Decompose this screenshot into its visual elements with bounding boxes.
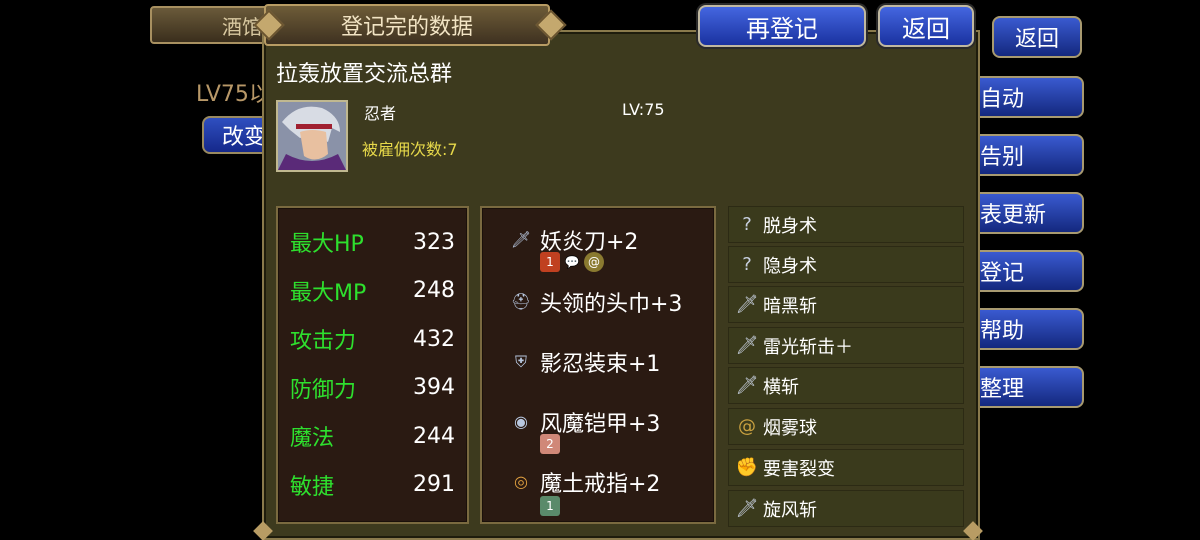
stats-box: 最大HP 323 最大MP 248 攻击力 432 防御力 394 魔法 244 敏捷 29… <box>276 206 469 524</box>
sword-icon: 🗡 <box>735 294 759 315</box>
stat-value: 432 <box>413 326 455 352</box>
stat-name: 敏捷 <box>290 474 335 500</box>
skill-item[interactable]: ? 隐身术 <box>728 246 964 283</box>
armor-icon: ⛨ <box>514 352 527 371</box>
helmet-icon: ⛑ <box>510 292 532 311</box>
skill-item[interactable]: 🗡 横斩 <box>728 367 964 404</box>
stat-name: 防御力 <box>290 377 357 403</box>
stat-name: 攻击力 <box>290 329 357 355</box>
register-button[interactable]: 登记 <box>966 250 1084 292</box>
equipment-enchant-row: 1 💬 @ <box>540 252 604 272</box>
equipment-item[interactable]: ⛑ 头领的头巾+3 <box>510 286 683 318</box>
stat-row: 防御力 394 <box>290 364 455 413</box>
skill-item[interactable]: 🗡 暗黑斩 <box>728 286 964 323</box>
equipment-enchant-row: 1 <box>540 496 560 516</box>
skill-name: 暗黑斩 <box>763 295 817 317</box>
equipment-box: 🗡 妖炎刀+2 1 💬 @ ⛑ 头领的头巾+3 ⛨ 影忍装束+1 ◉ 风魔铠甲+… <box>480 206 716 524</box>
rune-icon: 1 <box>540 496 560 516</box>
stat-name: 最大MP <box>290 280 367 306</box>
stat-value: 394 <box>413 375 455 401</box>
sword-icon: 🗡 <box>510 230 532 249</box>
question-icon: ? <box>742 254 752 275</box>
equipment-name: 魔土戒指+2 <box>540 472 661 497</box>
skill-name: 横斩 <box>763 376 799 398</box>
shield-icon: ◉ <box>514 412 528 431</box>
side-back-button[interactable]: 返回 <box>992 16 1082 58</box>
auto-button[interactable]: 自动 <box>966 76 1084 118</box>
sword-icon: 🗡 <box>735 335 759 356</box>
stat-row: 魔法 244 <box>290 412 455 461</box>
skill-item[interactable]: @ 烟雾球 <box>728 408 964 445</box>
reregister-button[interactable]: 再登记 <box>698 5 866 47</box>
close-back-button[interactable]: 返回 <box>878 5 974 47</box>
stat-row: 最大HP 323 <box>290 218 455 267</box>
skill-name: 隐身术 <box>763 255 817 277</box>
stat-row: 最大MP 248 <box>290 267 455 316</box>
skill-name: 旋风斩 <box>763 499 817 521</box>
equipment-name: 头领的头巾+3 <box>540 292 683 317</box>
rune-level: 2 <box>546 437 554 451</box>
sort-button[interactable]: 整理 <box>966 366 1084 408</box>
equipment-item[interactable]: ◉ 风魔铠甲+3 <box>510 406 660 438</box>
character-portrait <box>276 100 348 172</box>
character-job: 忍者 <box>364 104 397 123</box>
stat-row: 攻击力 432 <box>290 315 455 364</box>
stat-row: 敏捷 291 <box>290 461 455 510</box>
stat-value: 291 <box>413 472 455 498</box>
sword-icon: 🗡 <box>735 498 759 519</box>
smoke-icon: @ <box>738 416 756 437</box>
skill-name: 要害裂变 <box>763 458 835 480</box>
equipment-item[interactable]: ◎ 魔土戒指+2 <box>510 466 660 498</box>
equipment-name: 影忍装束+1 <box>540 352 661 377</box>
skill-name: 烟雾球 <box>763 417 817 439</box>
panel-title-text: 登记完的数据 <box>340 15 473 40</box>
spiral-rune-icon: @ <box>584 252 604 272</box>
equipment-enchant-row: 2 <box>540 434 560 454</box>
speech-rune-icon: 💬 <box>564 255 580 269</box>
sword-icon: 🗡 <box>735 375 759 396</box>
skill-name: 脱身术 <box>763 215 817 237</box>
skill-item[interactable]: ? 脱身术 <box>728 206 964 243</box>
skill-item[interactable]: 🗡 旋风斩 <box>728 490 964 527</box>
stat-value: 323 <box>413 229 455 255</box>
panel-title: 登记完的数据 <box>264 4 550 46</box>
skill-item[interactable]: ✊ 要害裂变 <box>728 449 964 486</box>
rune-icon: 2 <box>540 434 560 454</box>
help-button[interactable]: 帮助 <box>966 308 1084 350</box>
level-filter-text: LV75以 <box>196 82 271 107</box>
hire-count: 被雇佣次数:7 <box>362 140 458 159</box>
fist-icon: ✊ <box>735 457 759 478</box>
rune-level: 1 <box>546 255 554 269</box>
skill-item[interactable]: 🗡 雷光斩击＋ <box>728 327 964 364</box>
group-name: 拉轰放置交流总群 <box>276 62 453 87</box>
stat-name: 魔法 <box>290 426 335 452</box>
skill-name: 雷光斩击＋ <box>763 336 853 358</box>
farewell-button[interactable]: 告别 <box>966 134 1084 176</box>
update-list-button[interactable]: 表更新 <box>966 192 1084 234</box>
stat-value: 248 <box>413 278 455 304</box>
equipment-item[interactable]: ⛨ 影忍装束+1 <box>510 346 660 378</box>
fire-rune-icon: 1 <box>540 252 560 272</box>
stat-value: 244 <box>413 423 455 449</box>
question-icon: ? <box>742 214 752 235</box>
rune-level: 1 <box>546 499 554 513</box>
ring-icon: ◎ <box>514 472 528 491</box>
stat-name: 最大HP <box>290 232 364 258</box>
character-level: LV:75 <box>622 100 665 119</box>
